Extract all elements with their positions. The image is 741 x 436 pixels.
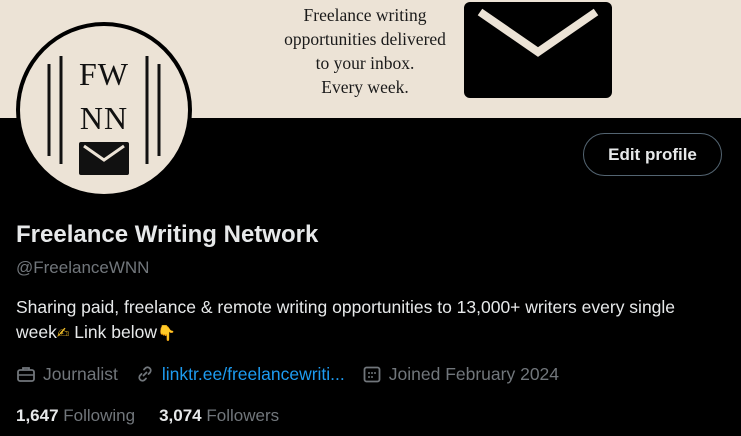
user-handle: @FreelanceWNN <box>16 258 150 277</box>
follow-stats: 1,647 Following 3,074 Followers <box>16 403 303 429</box>
website-link[interactable]: linktr.ee/freelancewriti... <box>162 364 345 385</box>
envelope-icon <box>79 142 129 175</box>
following-count: 1,647 <box>16 406 59 425</box>
banner-line: to your inbox. <box>315 53 415 73</box>
joined-label: Joined February 2024 <box>388 363 560 384</box>
banner-line: Freelance writing <box>303 5 427 25</box>
display-name: Freelance Writing Network <box>16 221 319 248</box>
logo-text-bottom: NN <box>79 100 129 136</box>
banner-tagline: Freelance writing opportunities delivere… <box>280 3 450 99</box>
profile-avatar[interactable]: FW NN <box>16 22 192 198</box>
calendar-icon <box>363 366 381 383</box>
profile-bio: Sharing paid, freelance & remote writing… <box>16 295 716 346</box>
followers-link[interactable]: 3,074 Followers <box>159 406 279 426</box>
banner-line: opportunities delivered <box>284 29 446 49</box>
joined-item: Joined February 2024 <box>362 364 559 385</box>
following-link[interactable]: 1,647 Following <box>16 406 135 426</box>
edit-profile-button[interactable]: Edit profile <box>583 133 722 176</box>
website-item[interactable]: linktr.ee/freelancewriti... <box>135 364 345 385</box>
followers-label: Followers <box>206 406 280 425</box>
logo-text-top: FW <box>79 56 129 92</box>
following-label: Following <box>63 406 136 425</box>
banner-line: Every week. <box>321 77 409 97</box>
envelope-icon <box>464 2 612 98</box>
pointing-down-emoji: 👇 <box>157 324 176 342</box>
profile-meta: Journalist linktr.ee/freelancewriti... J… <box>16 361 576 387</box>
writing-hand-emoji: ✍ <box>56 324 70 342</box>
bio-link-text: Link below <box>69 322 157 342</box>
profession-label: Journalist <box>43 363 118 384</box>
profession-item: Journalist <box>16 364 118 385</box>
followers-count: 3,074 <box>159 406 202 425</box>
link-icon <box>138 366 152 382</box>
avatar-logo: FW NN <box>20 26 188 194</box>
briefcase-icon <box>17 367 35 382</box>
